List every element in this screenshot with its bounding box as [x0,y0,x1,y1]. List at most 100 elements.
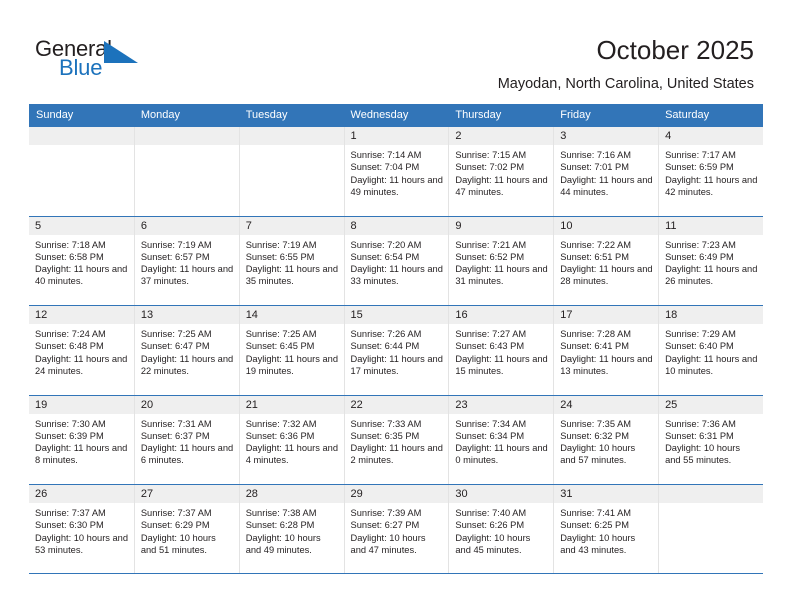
calendar-week-row: 1 Sunrise: 7:14 AM Sunset: 7:04 PM Daylight… [29,126,763,216]
calendar-day-cell[interactable]: 15 Sunrise: 7:26 AM Sunset: 6:44 PM Dayligh… [343,306,449,395]
calendar-day-cell[interactable]: 12 Sunrise: 7:24 AM Sunset: 6:48 PM Dayligh… [29,306,134,395]
day-details: Sunrise: 7:16 AM Sunset: 7:01 PM Daylight:… [554,145,658,198]
calendar-day-cell[interactable]: 24 Sunrise: 7:35 AM Sunset: 6:32 PM Dayligh… [553,395,659,484]
daylight-text: Daylight: 11 hours and 49 minutes. [350,174,443,197]
calendar-day-cell[interactable]: 6 Sunrise: 7:19 AM Sunset: 6:57 PM Daylight… [133,216,239,305]
calendar-day-cell[interactable]: 3 Sunrise: 7:16 AM Sunset: 7:01 PM Daylight… [553,127,659,216]
calendar-day-cell[interactable]: 9 Sunrise: 7:21 AM Sunset: 6:52 PM Daylight… [448,216,554,305]
sunset-text: Sunset: 6:35 PM [350,430,420,441]
day-details: Sunrise: 7:18 AM Sunset: 6:58 PM Daylight:… [29,235,134,288]
day-details: Sunrise: 7:17 AM Sunset: 6:59 PM Daylight:… [659,145,763,198]
calendar-day-cell[interactable]: 22 Sunrise: 7:33 AM Sunset: 6:35 PM Dayligh… [343,395,449,484]
day-details: Sunrise: 7:27 AM Sunset: 6:43 PM Daylight:… [449,324,553,377]
day-details: Sunrise: 7:40 AM Sunset: 6:26 PM Daylight:… [449,503,553,556]
day-number: 22 [344,395,449,414]
calendar-day-cell[interactable]: 5 Sunrise: 7:18 AM Sunset: 6:58 PM Daylight… [29,216,134,305]
calendar-day-cell[interactable]: 8 Sunrise: 7:20 AM Sunset: 6:54 PM Daylight… [343,216,449,305]
sunset-text: Sunset: 6:37 PM [140,430,210,441]
day-details: Sunrise: 7:28 AM Sunset: 6:41 PM Daylight:… [554,324,658,377]
calendar-day-cell[interactable]: 27 Sunrise: 7:37 AM Sunset: 6:29 PM Dayligh… [133,485,239,573]
daylight-text: Daylight: 10 hours and 45 minutes. [455,532,531,555]
calendar-day-cell[interactable]: 21 Sunrise: 7:32 AM Sunset: 6:36 PM Dayligh… [238,395,344,484]
day-number: 25 [659,395,763,414]
day-details: Sunrise: 7:19 AM Sunset: 6:57 PM Daylight:… [135,235,239,288]
sunrise-text: Sunrise: 7:32 AM [245,418,317,429]
calendar-day-cell[interactable]: 17 Sunrise: 7:28 AM Sunset: 6:41 PM Dayligh… [553,306,659,395]
brand-name-blue: Blue [59,55,103,80]
sunrise-text: Sunrise: 7:25 AM [140,329,212,339]
day-details: Sunrise: 7:25 AM Sunset: 6:45 PM Daylight:… [240,324,344,377]
sunrise-text: Sunrise: 7:19 AM [245,239,317,250]
calendar-day-cell[interactable]: 29 Sunrise: 7:39 AM Sunset: 6:27 PM Dayligh… [343,485,449,573]
day-number: 21 [239,395,344,414]
day-details: Sunrise: 7:36 AM Sunset: 6:31 PM Daylight:… [659,414,763,467]
day-number: 28 [239,485,344,503]
daylight-text: Daylight: 11 hours and 13 minutes. [560,353,653,376]
calendar-day-cell[interactable]: 1 Sunrise: 7:14 AM Sunset: 7:04 PM Daylight… [343,127,449,216]
calendar-day-cell[interactable]: 18 Sunrise: 7:29 AM Sunset: 6:40 PM Dayligh… [658,306,763,395]
calendar-day-cell[interactable]: 14 Sunrise: 7:25 AM Sunset: 6:45 PM Dayligh… [238,306,344,395]
calendar-day-cell[interactable]: 10 Sunrise: 7:22 AM Sunset: 6:51 PM Dayligh… [553,216,659,305]
calendar-day-cell[interactable]: 19 Sunrise: 7:30 AM Sunset: 6:39 PM Dayligh… [29,395,134,484]
day-details: Sunrise: 7:31 AM Sunset: 6:37 PM Daylight:… [135,414,239,467]
day-details: Sunrise: 7:29 AM Sunset: 6:40 PM Daylight:… [659,324,763,377]
day-details: Sunrise: 7:22 AM Sunset: 6:51 PM Daylight:… [554,235,658,288]
sunset-text: Sunset: 6:40 PM [665,341,734,352]
sunrise-text: Sunrise: 7:38 AM [245,508,317,518]
day-details: Sunrise: 7:23 AM Sunset: 6:49 PM Daylight:… [659,235,763,288]
calendar-page: General Blue October 2025 Mayodan, North… [0,0,792,612]
daylight-text: Daylight: 11 hours and 33 minutes. [350,264,443,287]
calendar-day-cell[interactable]: 20 Sunrise: 7:31 AM Sunset: 6:37 PM Dayligh… [133,395,239,484]
sunrise-text: Sunrise: 7:14 AM [350,150,422,160]
calendar-day-cell[interactable]: 30 Sunrise: 7:40 AM Sunset: 6:26 PM Dayligh… [448,485,554,573]
calendar-day-cell[interactable]: 7 Sunrise: 7:19 AM Sunset: 6:55 PM Daylight… [238,216,344,305]
day-number: 30 [449,485,554,503]
calendar-day-cell[interactable]: 4 Sunrise: 7:17 AM Sunset: 6:59 PM Daylight… [658,127,763,216]
calendar-day-cell[interactable]: 2 Sunrise: 7:15 AM Sunset: 7:02 PM Daylight… [448,127,554,216]
day-number: 10 [554,216,659,235]
brand-logo[interactable]: General Blue [35,36,165,82]
triangle-icon [104,41,138,63]
day-number: 20 [134,395,239,414]
day-number: 19 [29,395,134,414]
daylight-text: Daylight: 11 hours and 0 minutes. [455,443,548,466]
sunrise-text: Sunrise: 7:29 AM [665,329,736,339]
sunrise-text: Sunrise: 7:21 AM [455,239,527,250]
sunrise-text: Sunrise: 7:40 AM [455,508,527,518]
day-number: 16 [449,306,554,324]
sunset-text: Sunset: 7:01 PM [560,162,629,173]
page-header: General Blue October 2025 Mayodan, North… [0,0,792,104]
day-number: 11 [659,216,763,235]
calendar-day-cell[interactable]: 23 Sunrise: 7:34 AM Sunset: 6:34 PM Dayligh… [448,395,554,484]
calendar-day-cell[interactable]: 13 Sunrise: 7:25 AM Sunset: 6:47 PM Dayligh… [133,306,239,395]
daylight-text: Daylight: 11 hours and 42 minutes. [665,174,758,197]
daylight-text: Daylight: 10 hours and 57 minutes. [560,443,636,466]
daylight-text: Daylight: 11 hours and 22 minutes. [140,353,234,376]
calendar-day-cell[interactable]: 28 Sunrise: 7:38 AM Sunset: 6:28 PM Dayligh… [238,485,344,573]
day-number: 3 [554,127,659,145]
calendar-day-cell[interactable]: 31 Sunrise: 7:41 AM Sunset: 6:25 PM Dayligh… [553,485,659,573]
sunset-text: Sunset: 6:29 PM [140,520,210,531]
calendar-day-cell[interactable]: 16 Sunrise: 7:27 AM Sunset: 6:43 PM Dayligh… [448,306,554,395]
daylight-text: Daylight: 11 hours and 24 minutes. [35,353,128,376]
sunrise-text: Sunrise: 7:22 AM [560,239,632,250]
calendar-day-cell[interactable]: 26 Sunrise: 7:37 AM Sunset: 6:30 PM Dayligh… [29,485,134,573]
sunrise-text: Sunrise: 7:30 AM [35,418,106,429]
sunset-text: Sunset: 6:39 PM [35,430,104,441]
weekday-friday: Friday [560,109,591,121]
sunrise-text: Sunrise: 7:19 AM [140,239,212,250]
weekday-saturday: Saturday [665,109,710,121]
day-number: 24 [554,395,659,414]
calendar-day-cell[interactable]: 25 Sunrise: 7:36 AM Sunset: 6:31 PM Dayligh… [658,395,763,484]
sunset-text: Sunset: 6:49 PM [665,251,734,262]
sunrise-text: Sunrise: 7:20 AM [350,239,422,250]
day-details: Sunrise: 7:25 AM Sunset: 6:47 PM Daylight:… [135,324,239,377]
sunrise-text: Sunrise: 7:39 AM [350,508,422,518]
daylight-text: Daylight: 11 hours and 19 minutes. [245,353,339,376]
sunset-text: Sunset: 6:45 PM [245,341,315,352]
sunrise-text: Sunrise: 7:36 AM [665,418,736,429]
sunset-text: Sunset: 6:52 PM [455,251,525,262]
daylight-text: Daylight: 11 hours and 4 minutes. [245,443,339,466]
sunrise-text: Sunrise: 7:31 AM [140,418,212,429]
calendar-day-cell[interactable]: 11 Sunrise: 7:23 AM Sunset: 6:49 PM Dayligh… [658,216,763,305]
